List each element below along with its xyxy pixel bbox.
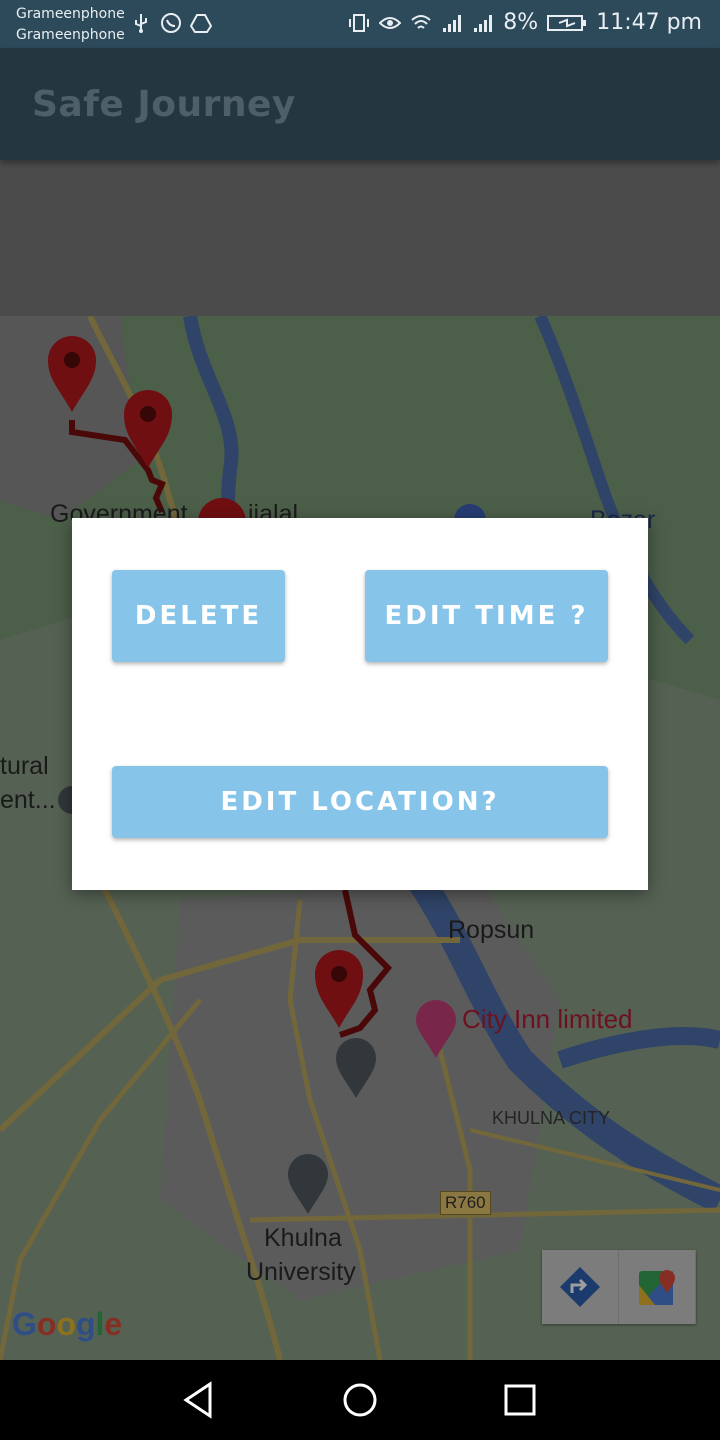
carrier-name-1: Grameenphone	[16, 6, 125, 22]
carrier-name-2: Grameenphone	[16, 27, 125, 43]
edit-time-button[interactable]: EDIT TIME ?	[365, 570, 608, 662]
home-circle-icon[interactable]	[340, 1380, 380, 1420]
delete-button[interactable]: DELETE	[112, 570, 285, 662]
system-icons: 8% 11:47 pm	[348, 10, 702, 35]
recents-square-icon[interactable]	[500, 1380, 540, 1420]
usb-icon	[135, 14, 147, 33]
edit-location-button[interactable]: EDIT LOCATION?	[112, 766, 608, 838]
notification-icons	[130, 12, 212, 34]
wifi-icon	[411, 14, 431, 29]
clock: 11:47 pm	[596, 10, 702, 35]
signal-icon-2	[474, 14, 493, 32]
status-bar: Grameenphone Grameenphone 8% 11:47 pm	[0, 0, 720, 48]
battery-icon	[547, 14, 587, 31]
eye-icon	[379, 16, 402, 29]
action-dialog: DELETE EDIT TIME ? EDIT LOCATION?	[72, 518, 648, 890]
back-triangle-icon[interactable]	[180, 1380, 220, 1420]
whatsapp-icon	[161, 13, 181, 33]
navigation-bar	[0, 1360, 720, 1440]
vibrate-icon	[349, 13, 370, 32]
battery-percent: 8%	[503, 10, 539, 35]
drive-icon	[190, 14, 212, 33]
signal-icon	[443, 14, 462, 32]
